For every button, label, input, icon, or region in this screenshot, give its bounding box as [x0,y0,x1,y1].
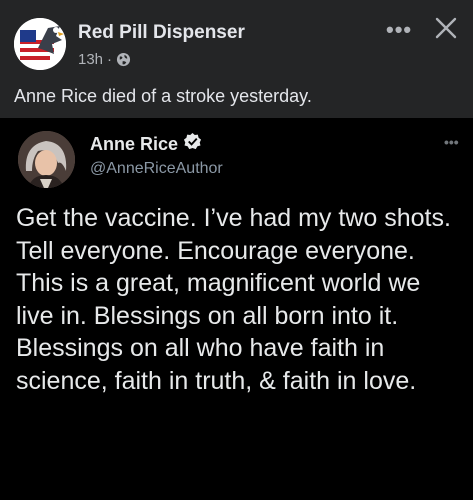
tweet-author-row: Anne Rice [90,132,202,156]
post-author-name[interactable]: Red Pill Dispenser [78,22,245,44]
page-avatar[interactable] [14,18,66,70]
facebook-post-header: Red Pill Dispenser 13h · ••• Anne Rice d… [0,0,473,118]
globe-icon [116,52,131,67]
tweet-author-name[interactable]: Anne Rice [90,134,178,155]
post-caption: Anne Rice died of a stroke yesterday. [14,86,312,106]
tweet-text: Get the vaccine. I’ve had my two shots. … [16,204,451,395]
tweet-more-options-icon[interactable]: ••• [444,134,459,150]
post-timestamp[interactable]: 13h [78,51,103,68]
close-icon[interactable] [432,14,460,42]
tweet-avatar[interactable] [18,131,75,188]
post-more-options-icon[interactable]: ••• [386,19,412,41]
embedded-tweet: Anne Rice @AnneRiceAuthor ••• Get the va… [0,118,473,500]
meta-separator: · [107,51,113,68]
post-meta: 13h · [78,51,131,68]
tweet-author-handle[interactable]: @AnneRiceAuthor [90,160,223,178]
verified-badge-icon [183,132,202,156]
